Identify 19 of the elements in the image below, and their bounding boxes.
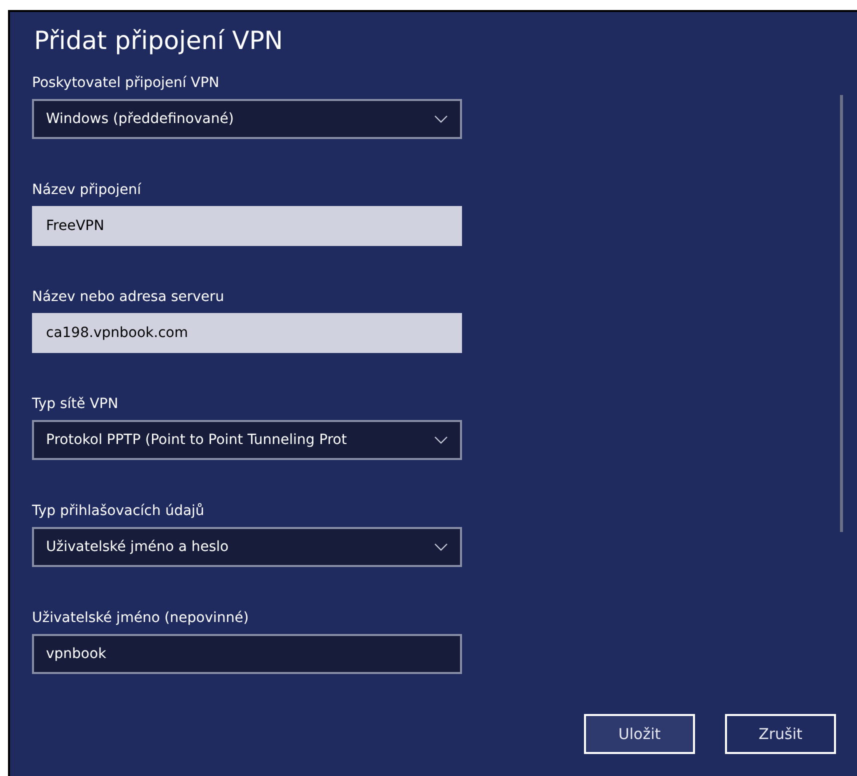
window-title: Přidat připojení VPN: [34, 26, 284, 55]
input-field[interactable]: FreeVPN: [32, 206, 462, 246]
field-label: Typ přihlašovacích údajů: [32, 503, 206, 519]
chevron-icon: [434, 543, 448, 551]
dialog-button[interactable]: Zrušit: [725, 714, 836, 754]
dropdown[interactable]: Protokol PPTP (Point to Point Tunneling Prot: [32, 420, 462, 460]
chevron-icon: [434, 436, 448, 444]
input-field[interactable]: ca198.vpnbook.com: [32, 313, 462, 353]
chevron-icon: [434, 115, 448, 123]
field-label: Typ sítě VPN: [32, 396, 120, 412]
field-label: Uživatelské jméno (nepovinné): [32, 610, 250, 626]
dropdown[interactable]: Windows (předdefinované): [32, 99, 462, 139]
field-label: Poskytovatel připojení VPN: [32, 75, 220, 91]
field-label: Název nebo adresa serveru: [32, 289, 226, 305]
scrollbar[interactable]: [840, 95, 843, 532]
input-field[interactable]: vpnbook: [32, 634, 462, 674]
dropdown[interactable]: Uživatelské jméno a heslo: [32, 527, 462, 567]
field-label: Název připojení: [32, 182, 142, 198]
dialog-button[interactable]: Uložit: [584, 714, 695, 754]
